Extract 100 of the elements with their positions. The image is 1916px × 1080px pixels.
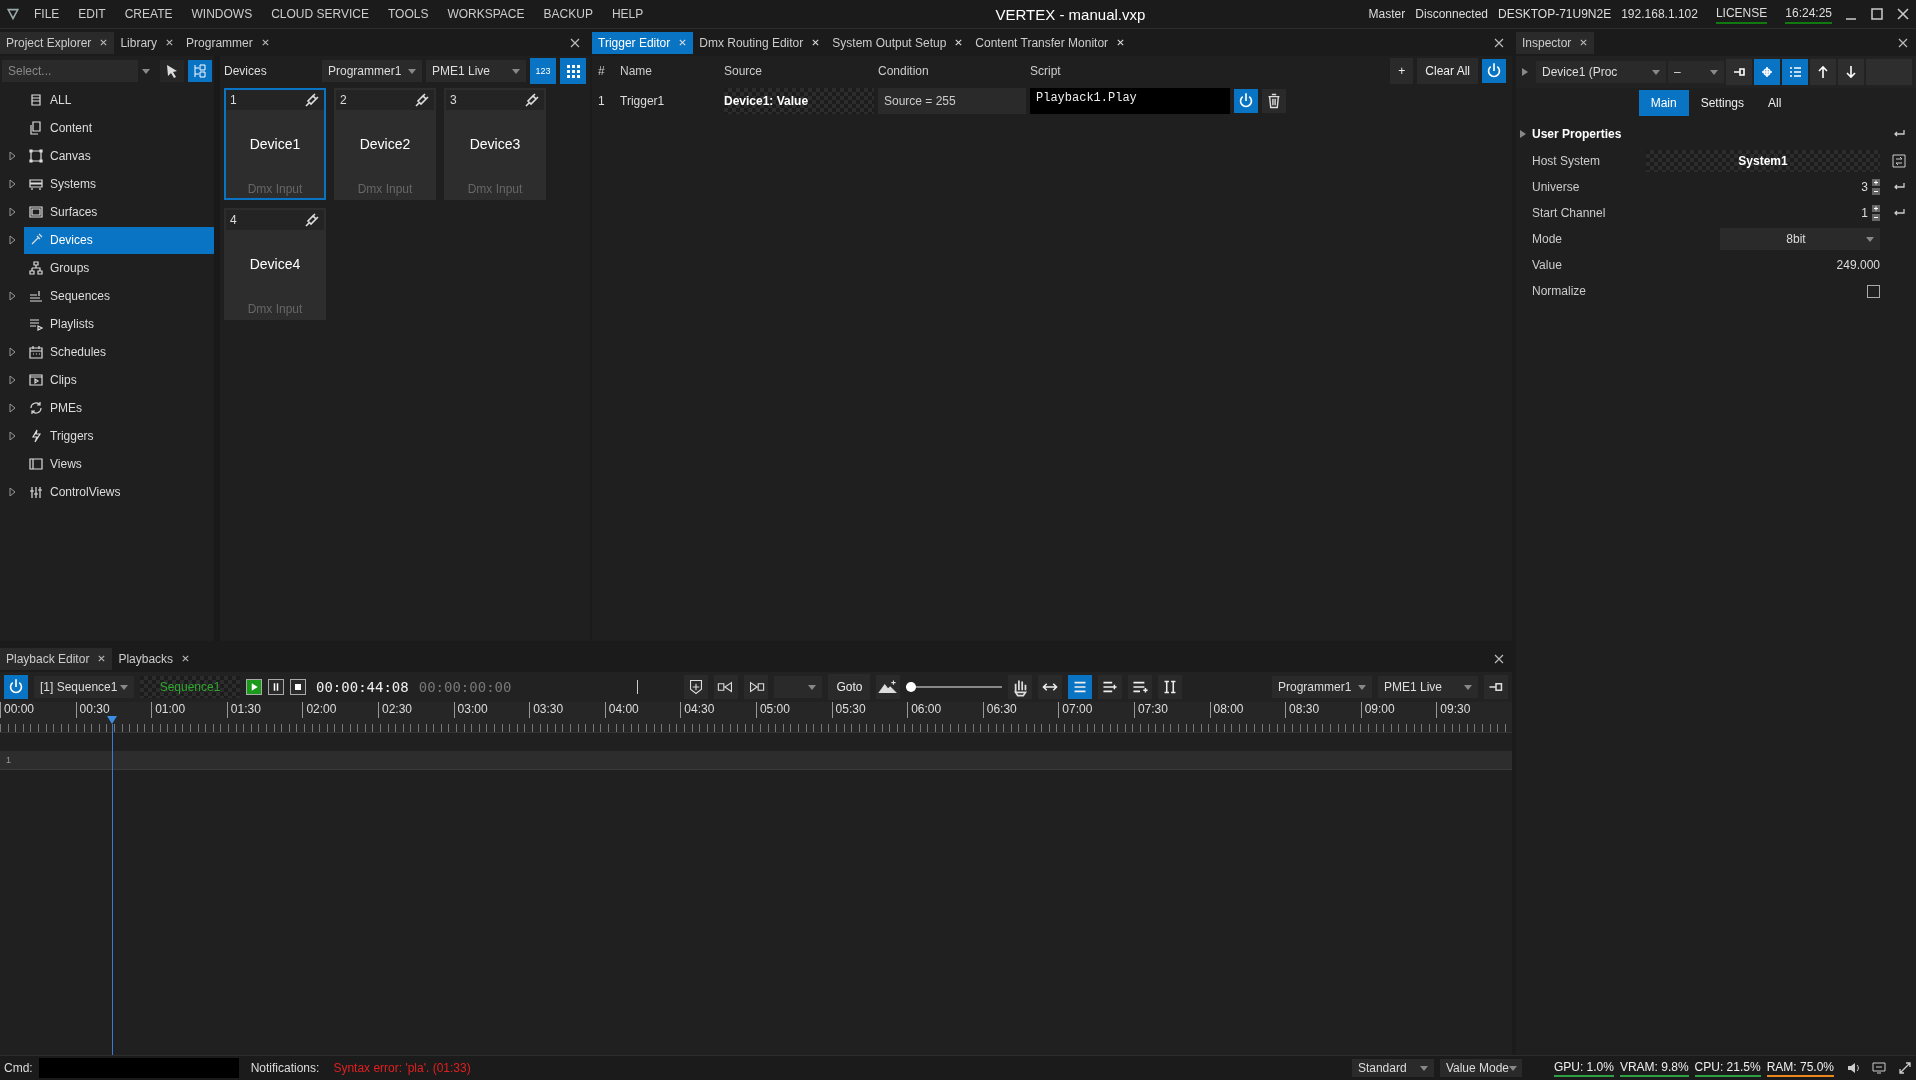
menu-item[interactable]: WINDOWS [191,7,253,21]
expand-arrow-icon[interactable] [8,291,18,301]
mode-dropdown[interactable]: Value Mode [1439,1059,1522,1077]
play-icon[interactable] [246,679,262,695]
spinner-icon[interactable] [1872,179,1880,195]
source-field[interactable]: Device1: Value [724,88,874,114]
expand-arrow-icon[interactable] [8,403,18,413]
close-icon[interactable] [1898,37,1908,48]
script-field[interactable]: Playback1.Play [1030,88,1230,114]
timeline-ruler[interactable]: 00:00 00:30 01:00 01:30 02:00 02:30 03:00 03:30 04:00 04:30 05:00 05:30 06:00 06:30 07:00 07:30 08:00 08:30 09:00 09:30 [0,702,1512,733]
close-icon[interactable] [181,654,191,663]
panel-tab[interactable]: Programmer [180,31,276,54]
swap-icon[interactable] [1892,154,1906,168]
mode-dropdown[interactable]: Standard [1351,1059,1434,1077]
checkbox[interactable] [1867,284,1880,298]
programmer-dropdown[interactable]: Programmer1 [322,60,422,82]
close-icon[interactable] [99,38,109,47]
menu-item[interactable]: FILE [34,7,60,21]
close-icon[interactable] [954,38,964,47]
tree-item[interactable]: Clips [24,366,214,394]
menu-item[interactable]: BACKUP [543,7,593,21]
tree-item[interactable]: Content [24,114,214,142]
add-button[interactable]: + [1390,58,1414,84]
expand-arrow-icon[interactable] [8,235,18,245]
power-icon[interactable] [1234,89,1258,113]
expand-arrow-icon[interactable] [8,207,18,217]
playhead-handle[interactable] [106,716,117,724]
sequence-dropdown[interactable]: [1] Sequence1 [34,676,134,698]
pause-icon[interactable] [268,679,284,695]
next-marker-icon[interactable] [744,675,769,699]
triangle-logo-icon[interactable] [6,7,20,21]
view-toggle-icon[interactable] [1098,675,1123,699]
host-system-field[interactable]: System1 [1646,150,1880,172]
expand-arrow-icon[interactable] [8,347,18,357]
marker-dropdown[interactable] [774,676,823,698]
monitor-icon[interactable] [1872,1061,1886,1075]
tree-item[interactable]: Sequences [24,282,214,310]
panel-tab[interactable]: Playbacks [112,647,197,670]
stop-icon[interactable] [290,679,306,695]
menu-item[interactable]: CLOUD SERVICE [271,7,369,21]
panel-tab[interactable]: Inspector [1516,31,1595,54]
number-view-button[interactable]: 123 [530,58,556,84]
close-icon[interactable] [1116,38,1126,47]
hand-icon[interactable] [1008,675,1033,699]
close-icon[interactable] [570,37,580,48]
close-icon[interactable] [811,38,821,47]
device-tile[interactable]: 2 Device2 Dmx Input [334,88,436,200]
view-toggle-icon[interactable] [1038,675,1063,699]
add-marker-icon[interactable] [684,675,709,699]
menu-item[interactable]: EDIT [78,7,106,21]
panel-tab[interactable]: Playback Editor [0,647,113,670]
pointer-icon[interactable] [160,60,184,82]
tree-item[interactable]: PMEs [24,394,214,422]
tree-item[interactable]: Surfaces [24,198,214,226]
expand-arrow-icon[interactable] [1522,68,1528,76]
panel-tab[interactable]: Content Transfer Monitor [969,31,1132,54]
panel-tab[interactable]: Dmx Routing Editor [693,31,827,54]
panel-tab[interactable]: System Output Setup [826,31,970,54]
grid-view-icon[interactable] [560,58,586,84]
expand-icon[interactable] [1898,1061,1912,1075]
programmer-dropdown[interactable]: Programmer1 [1272,676,1372,698]
expand-arrow-icon[interactable] [1520,130,1526,138]
filter-dropdown[interactable]: – [1668,61,1724,83]
select-field[interactable]: Select... [2,60,138,82]
expand-arrow-icon[interactable] [8,151,18,161]
panel-tab[interactable]: Trigger Editor [592,31,694,54]
goto-button[interactable]: Goto [828,674,871,700]
close-icon[interactable] [1579,38,1589,47]
close-icon[interactable] [1494,37,1504,48]
view-toggle-icon[interactable] [1068,675,1093,699]
number-field[interactable]: 3 [1861,180,1868,194]
track-row[interactable]: 1 [0,751,1512,770]
close-icon[interactable] [260,38,270,47]
expand-arrow-icon[interactable] [8,179,18,189]
zoom-slider-thumb[interactable] [906,682,917,692]
tree-item[interactable]: Views [24,450,214,478]
menu-item[interactable]: WORKSPACE [447,7,525,21]
device-tile[interactable]: 1 Device1 Dmx Input [224,88,326,200]
view-toggle-icon[interactable] [1128,675,1153,699]
menu-item[interactable]: HELP [611,7,644,21]
view-mode-tab[interactable]: All [1756,90,1794,116]
tree-item[interactable]: Groups [24,254,214,282]
panel-tab[interactable]: Project Explorer [0,31,115,54]
toolbar-icon[interactable] [1754,59,1780,85]
tree-item[interactable]: Playlists [24,310,214,338]
device-tile[interactable]: 3 Device3 Dmx Input [444,88,546,200]
toolbar-icon[interactable] [1810,59,1836,85]
tree-item[interactable]: Canvas [24,142,214,170]
mode-dropdown[interactable]: 8bit [1720,228,1880,250]
tree-item[interactable]: Devices [24,226,214,254]
close-icon[interactable] [97,654,107,663]
expand-arrow-icon[interactable] [8,375,18,385]
clear-all-button[interactable]: Clear All [1417,58,1478,84]
pme-dropdown[interactable]: PME1 Live [426,60,526,82]
tree-item[interactable]: ALL [24,86,214,114]
object-dropdown[interactable]: Device1 (Proc [1536,61,1666,83]
number-field[interactable]: 1 [1861,206,1868,220]
expand-arrow-icon[interactable] [8,431,18,441]
condition-field[interactable]: Source = 255 [878,88,1026,114]
command-input[interactable] [38,1058,239,1078]
